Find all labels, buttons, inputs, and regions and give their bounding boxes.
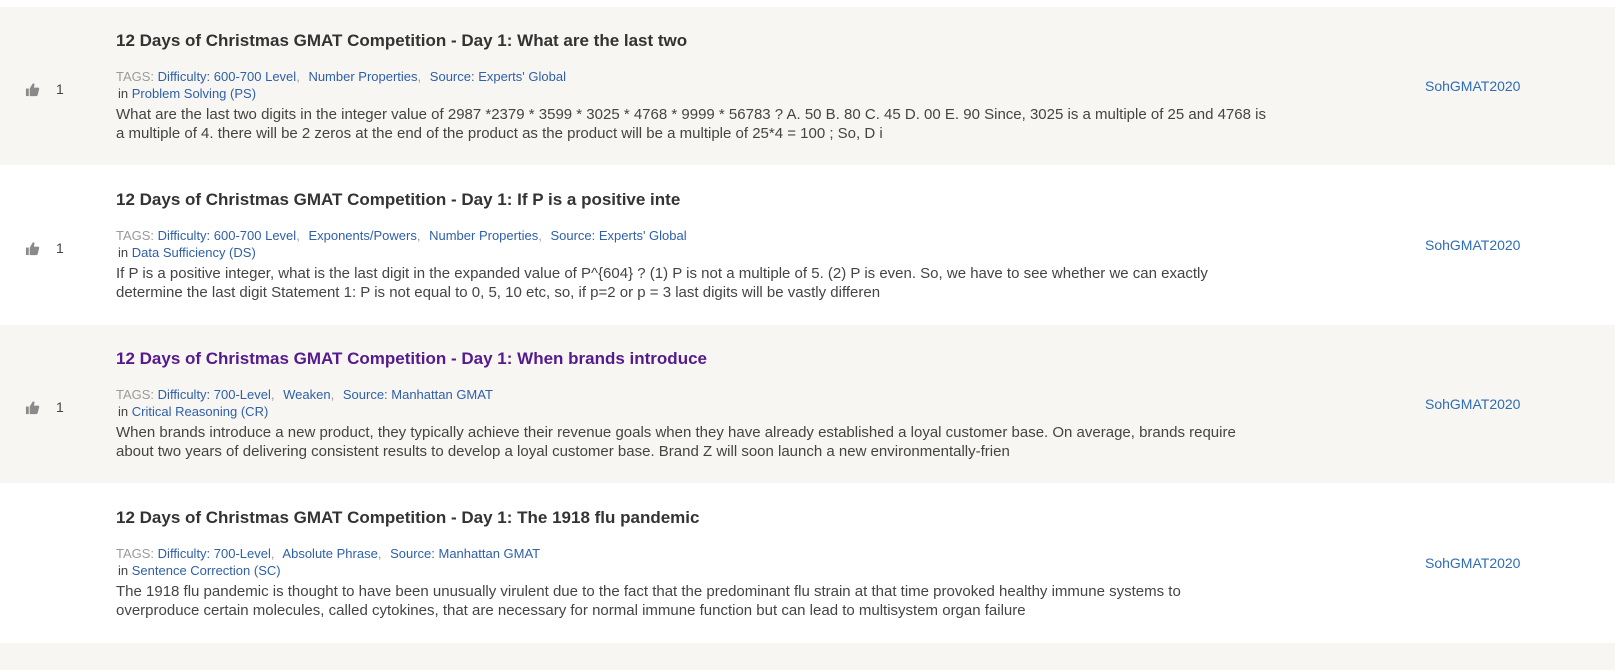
tags-line: TAGS: Difficulty: 600-700 Level, Number … [116, 69, 566, 84]
author-link[interactable]: SohGMAT2020 [1425, 237, 1520, 253]
thumbs-up-icon[interactable] [25, 400, 40, 415]
category-link[interactable]: Critical Reasoning (CR) [132, 404, 269, 419]
tag-link[interactable]: Source: Manhattan GMAT [390, 546, 540, 561]
in-label: in [118, 563, 129, 578]
in-label: in [118, 245, 129, 260]
item-content: 12 Days of Christmas GMAT Competition - … [116, 508, 1276, 620]
in-label: in [118, 404, 129, 419]
list-item: 1 12 Days of Christmas GMAT Competition … [0, 166, 1615, 324]
tags-label: TAGS: [116, 228, 155, 243]
item-content: 12 Days of Christmas GMAT Competition - … [116, 190, 1276, 302]
tags-line: TAGS: Difficulty: 700-Level, Weaken, Sou… [116, 387, 493, 402]
next-row-strip [0, 643, 1615, 670]
tag-link[interactable]: Difficulty: 700-Level [158, 387, 271, 402]
tag-link[interactable]: Number Properties [429, 228, 538, 243]
category-line: in Data Sufficiency (DS) [116, 244, 1276, 261]
tags-line: TAGS: Difficulty: 600-700 Level, Exponen… [116, 228, 687, 243]
item-content: 12 Days of Christmas GMAT Competition - … [116, 31, 1276, 143]
in-label: in [118, 86, 129, 101]
category-line: in Critical Reasoning (CR) [116, 403, 1276, 420]
author-link[interactable]: SohGMAT2020 [1425, 78, 1520, 94]
topic-title-link[interactable]: 12 Days of Christmas GMAT Competition - … [116, 349, 1276, 369]
tags-line: TAGS: Difficulty: 700-Level, Absolute Ph… [116, 546, 541, 561]
vote-group: 1 [25, 398, 64, 416]
tag-link[interactable]: Source: Experts' Global [550, 228, 686, 243]
list-item: 1 12 Days of Christmas GMAT Competition … [0, 325, 1615, 483]
category-link[interactable]: Problem Solving (PS) [132, 86, 256, 101]
tag-link[interactable]: Source: Manhattan GMAT [343, 387, 493, 402]
topic-title-link[interactable]: 12 Days of Christmas GMAT Competition - … [116, 508, 1276, 528]
vote-count: 1 [56, 240, 64, 256]
vote-group: 1 [25, 80, 64, 98]
thumbs-up-icon[interactable] [25, 82, 40, 97]
tag-link[interactable]: Difficulty: 600-700 Level [158, 69, 297, 84]
topic-snippet: What are the last two digits in the inte… [116, 106, 1266, 142]
topic-snippet: When brands introduce a new product, the… [116, 424, 1236, 460]
tag-link[interactable]: Number Properties [308, 69, 417, 84]
author-link[interactable]: SohGMAT2020 [1425, 555, 1520, 571]
topic-snippet: The 1918 flu pandemic is thought to have… [116, 583, 1181, 619]
vote-count: 1 [56, 81, 64, 97]
topic-title-link[interactable]: 12 Days of Christmas GMAT Competition - … [116, 190, 1276, 210]
tags-label: TAGS: [116, 387, 155, 402]
topic-title-link[interactable]: 12 Days of Christmas GMAT Competition - … [116, 31, 1276, 51]
list-item: 1 12 Days of Christmas GMAT Competition … [0, 7, 1615, 165]
author-link[interactable]: SohGMAT2020 [1425, 396, 1520, 412]
tag-link[interactable]: Difficulty: 700-Level [158, 546, 271, 561]
tags-label: TAGS: [116, 69, 155, 84]
tag-link[interactable]: Difficulty: 600-700 Level [158, 228, 297, 243]
tag-link[interactable]: Source: Experts' Global [430, 69, 566, 84]
tags-label: TAGS: [116, 546, 155, 561]
category-link[interactable]: Data Sufficiency (DS) [132, 245, 256, 260]
tag-link[interactable]: Weaken [283, 387, 330, 402]
category-link[interactable]: Sentence Correction (SC) [132, 563, 281, 578]
tag-link[interactable]: Absolute Phrase [282, 546, 377, 561]
item-content: 12 Days of Christmas GMAT Competition - … [116, 349, 1276, 461]
vote-count: 1 [56, 399, 64, 415]
category-line: in Problem Solving (PS) [116, 85, 1276, 102]
list-item: 12 Days of Christmas GMAT Competition - … [0, 484, 1615, 642]
topic-snippet: If P is a positive integer, what is the … [116, 265, 1208, 301]
thumbs-up-icon[interactable] [25, 241, 40, 256]
vote-group: 1 [25, 239, 64, 257]
category-line: in Sentence Correction (SC) [116, 562, 1276, 579]
tag-link[interactable]: Exponents/Powers [308, 228, 416, 243]
